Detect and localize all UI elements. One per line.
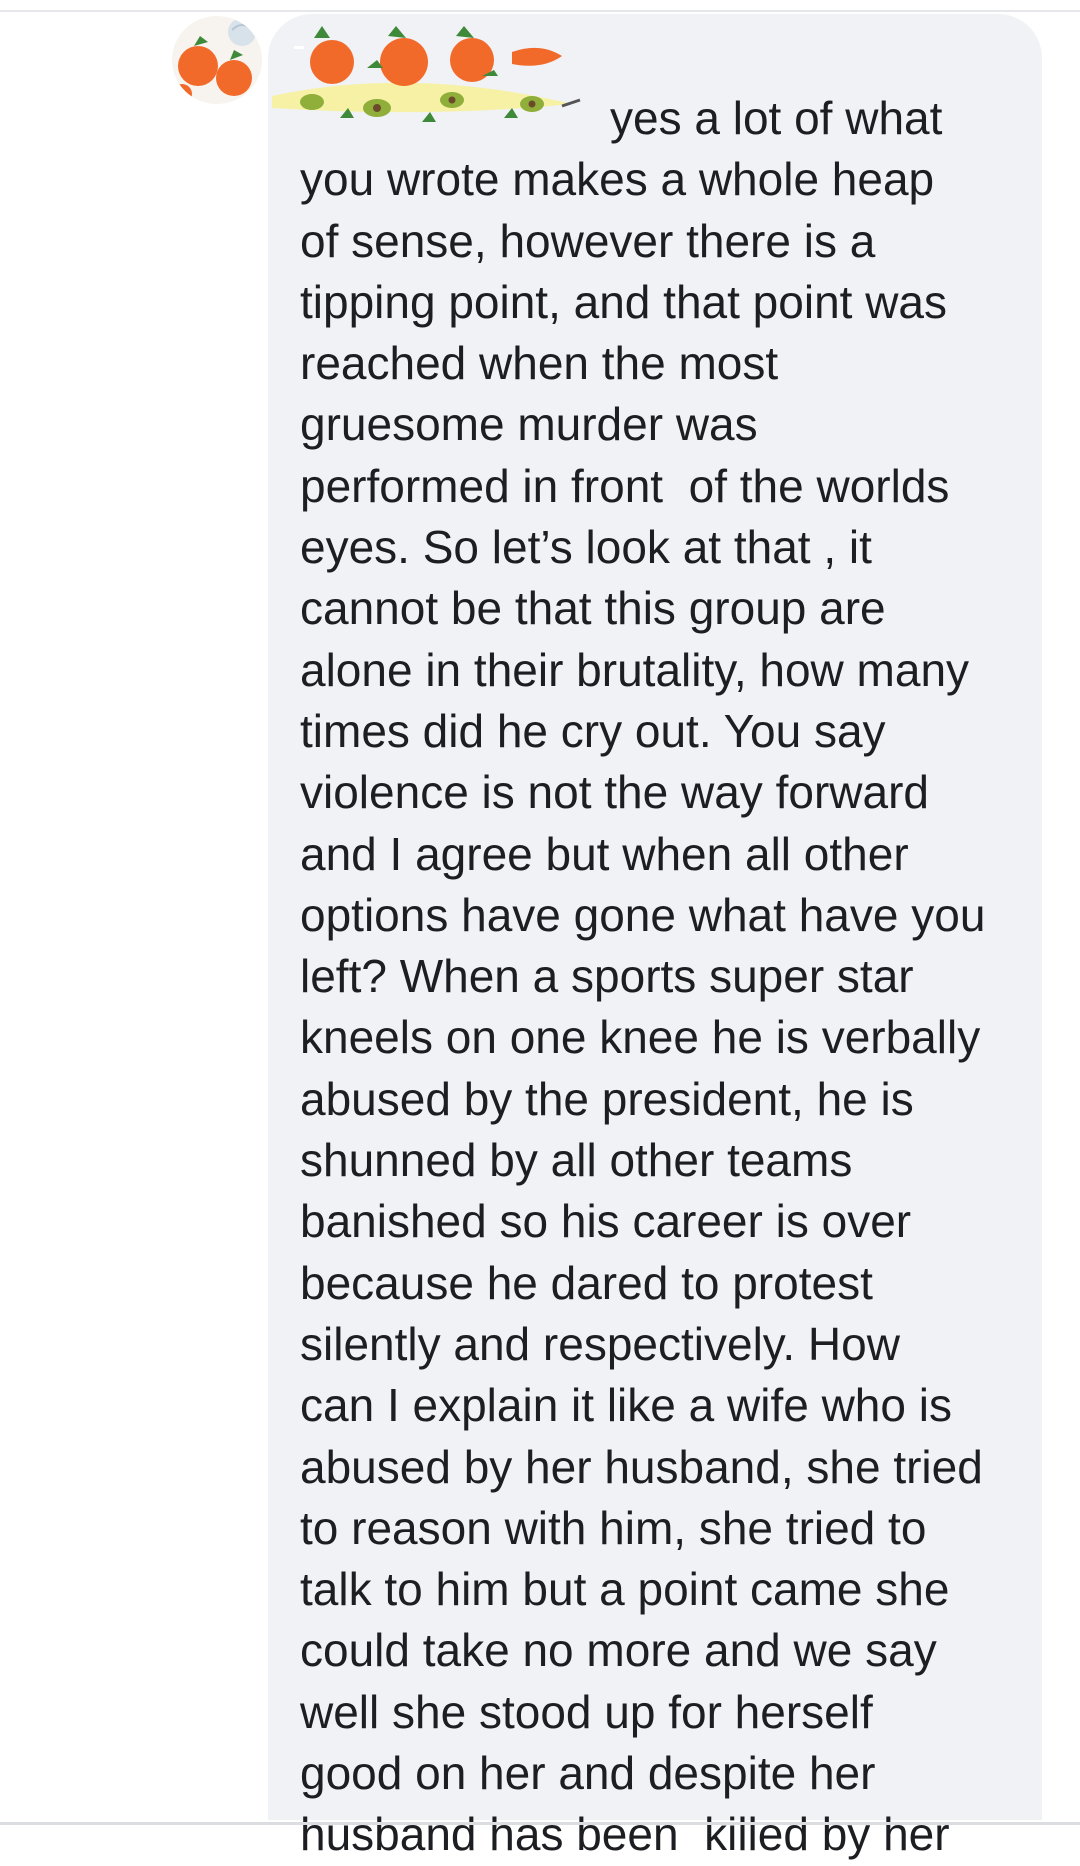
orange-avatar-icon <box>172 16 262 104</box>
bottom-divider <box>0 1822 1080 1825</box>
commenter-avatar[interactable] <box>172 16 262 104</box>
comment-text: yes a lot of what you wrote makes a whol… <box>300 92 986 1861</box>
top-divider <box>0 10 1080 12</box>
